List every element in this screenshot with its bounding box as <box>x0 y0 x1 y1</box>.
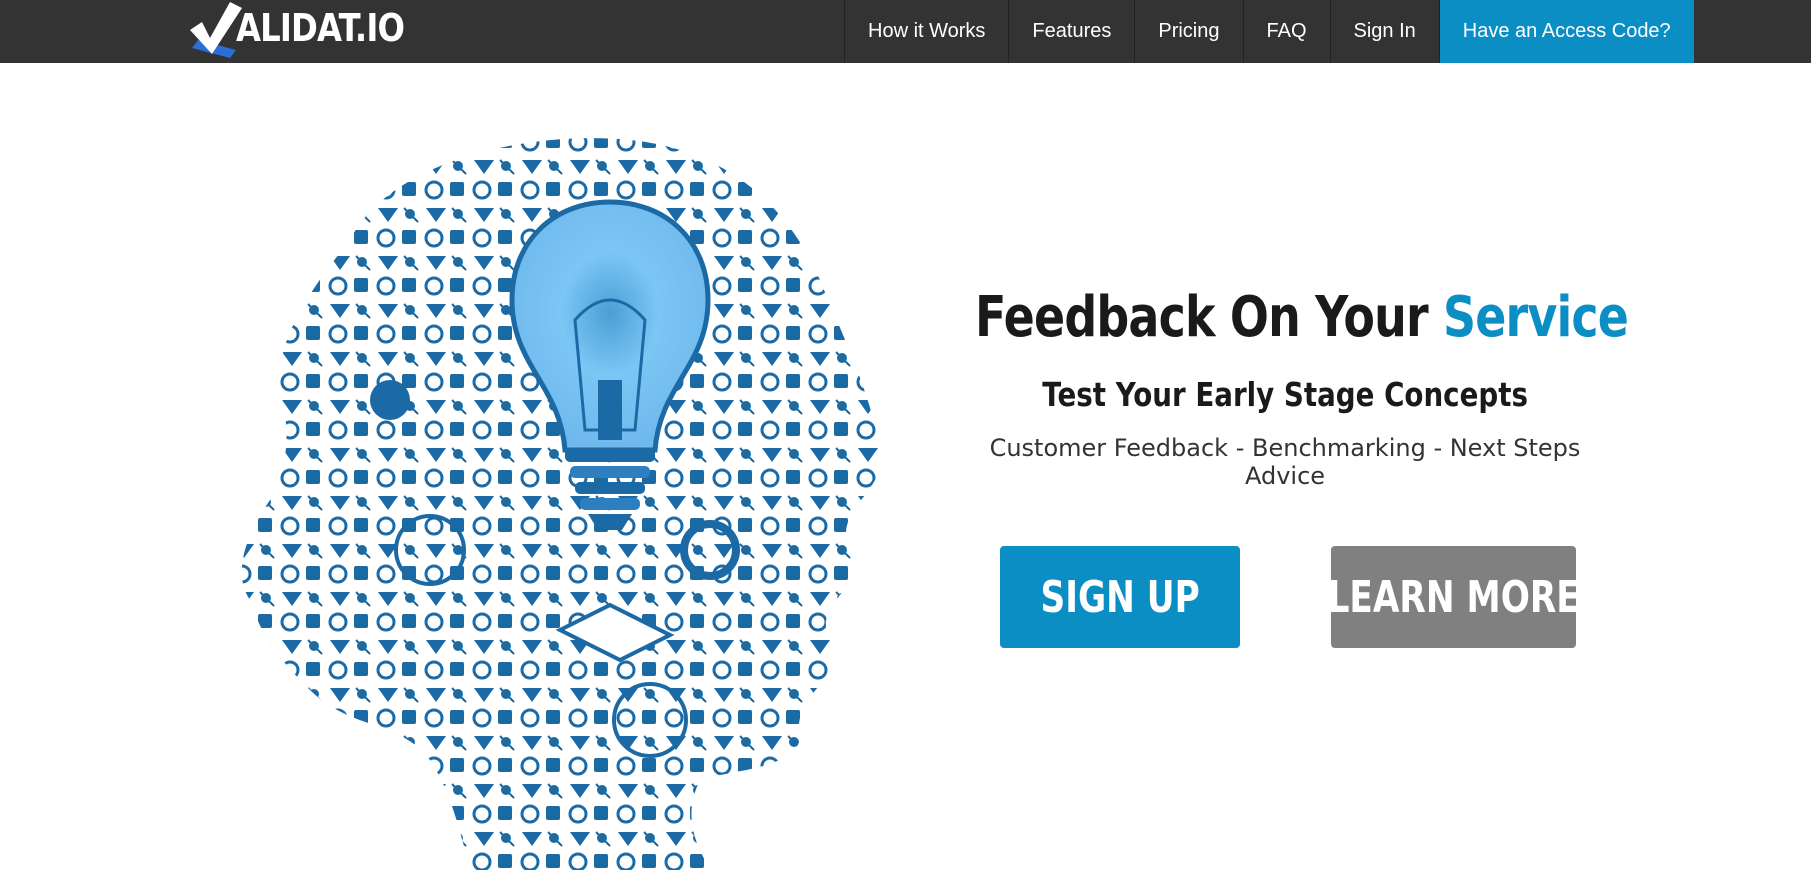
hero-subhead: Test Your Early Stage Concepts <box>975 375 1595 414</box>
access-code-button[interactable]: Have an Access Code? <box>1438 0 1694 63</box>
site-logo[interactable]: ALIDAT.IO <box>186 0 434 60</box>
nav-features[interactable]: Features <box>1008 0 1134 63</box>
head-science-icons-illustration <box>241 138 882 870</box>
nav-pricing[interactable]: Pricing <box>1134 0 1242 63</box>
logo-text: ALIDAT.IO <box>236 6 405 50</box>
headline-accent: Service <box>1442 285 1629 350</box>
checkmark-logo-icon <box>190 2 242 58</box>
hero-illustration <box>230 130 910 870</box>
sign-up-label: SIGN UP <box>1040 571 1200 623</box>
learn-more-label: LEARN MORE <box>1327 571 1580 623</box>
learn-more-button[interactable]: LEARN MORE <box>1327 546 1580 648</box>
hero-headline: Feedback On Your Service <box>975 285 1629 350</box>
hero-tagline: Customer Feedback - Benchmarking - Next … <box>989 434 1581 490</box>
nav-sign-in[interactable]: Sign In <box>1329 0 1439 63</box>
nav-how-it-works[interactable]: How it Works <box>844 0 1008 63</box>
subhead-text: Test Your Early Stage Concepts <box>1042 375 1528 414</box>
top-navbar: ALIDAT.IO How it Works Features Pricing … <box>0 0 1811 63</box>
sign-up-button[interactable]: SIGN UP <box>1000 546 1240 648</box>
main-nav: How it Works Features Pricing FAQ Sign I… <box>844 0 1694 63</box>
headline-prefix: Feedback On Your <box>975 285 1443 350</box>
nav-faq[interactable]: FAQ <box>1242 0 1330 63</box>
